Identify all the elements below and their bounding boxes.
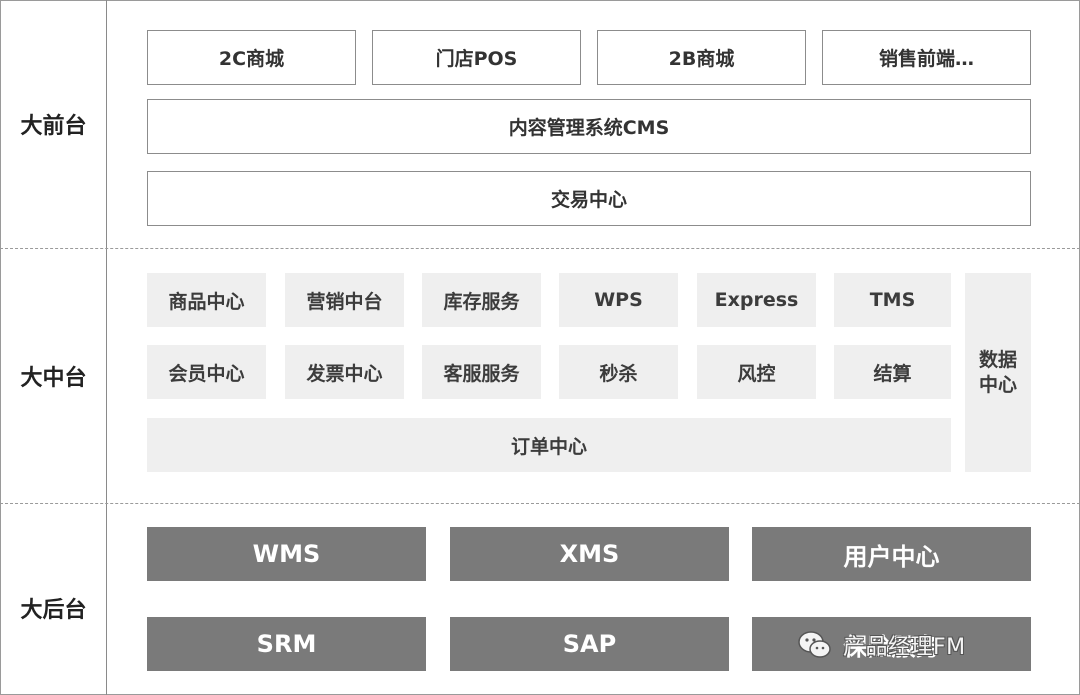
back-wms: WMS	[147, 527, 426, 581]
watermark-text: 产品经理FM	[843, 635, 966, 660]
middle-back-divider	[0, 503, 1080, 504]
data-center-label: 数据中心	[978, 348, 1017, 396]
middle-order-center: 订单中心	[147, 418, 951, 472]
back-sap: SAP	[450, 617, 729, 671]
middle-marketing-platform: 营销中台	[285, 273, 404, 327]
middle-member-center: 会员中心	[147, 345, 266, 399]
watermark: 产品经理FM	[795, 625, 966, 665]
layer-label-back: 大后台	[20, 598, 87, 623]
front-channel-2c-mall: 2C商城	[147, 30, 356, 85]
back-xms: XMS	[450, 527, 729, 581]
front-channel-store-pos: 门店POS	[372, 30, 581, 85]
front-middle-divider	[0, 248, 1080, 249]
layer-label-column	[0, 0, 107, 695]
front-channel-2b-mall: 2B商城	[597, 30, 806, 85]
layer-label-middle: 大中台	[20, 366, 87, 391]
middle-wps: WPS	[559, 273, 678, 327]
front-trade-center-box: 交易中心	[147, 171, 1031, 226]
middle-tms: TMS	[834, 273, 951, 327]
middle-inventory-service: 库存服务	[422, 273, 541, 327]
layer-label-front: 大前台	[20, 114, 87, 139]
middle-product-center: 商品中心	[147, 273, 266, 327]
middle-flash-sale: 秒杀	[559, 345, 678, 399]
middle-customer-service: 客服服务	[422, 345, 541, 399]
middle-invoice-center: 发票中心	[285, 345, 404, 399]
back-user-center: 用户中心	[752, 527, 1031, 581]
middle-settlement: 结算	[834, 345, 951, 399]
middle-express: Express	[697, 273, 816, 327]
wechat-icon	[798, 631, 831, 658]
front-channel-sales-frontend: 销售前端…	[822, 30, 1031, 85]
front-cms-box: 内容管理系统CMS	[147, 99, 1031, 154]
back-srm: SRM	[147, 617, 426, 671]
middle-risk-control: 风控	[697, 345, 816, 399]
middle-data-center: 数据中心	[965, 273, 1031, 472]
